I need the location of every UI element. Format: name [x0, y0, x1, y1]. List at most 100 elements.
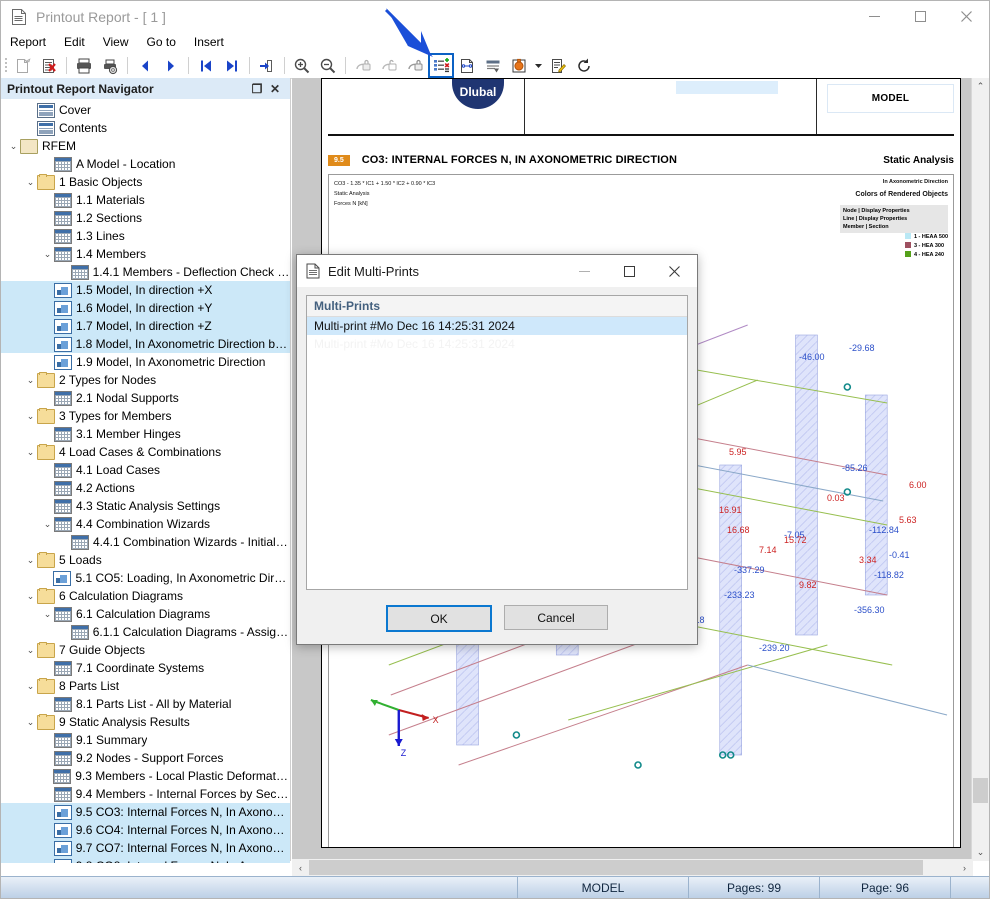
scroll-right-icon[interactable]: › — [956, 859, 973, 876]
horizontal-scrollbar[interactable]: ‹ › — [292, 859, 973, 876]
tree-item[interactable]: ⌄ 1 Basic Objects — [1, 173, 290, 191]
menu-view[interactable]: View — [94, 33, 138, 51]
expand-collapse-icon[interactable]: ⌄ — [24, 587, 37, 605]
multi-print-icon[interactable] — [507, 54, 531, 77]
close-icon[interactable]: ✕ — [266, 80, 284, 98]
tree-item[interactable]: ⌄ RFEM — [1, 137, 290, 155]
maximize-button[interactable] — [897, 1, 943, 32]
expand-collapse-icon[interactable]: ⌄ — [7, 137, 20, 155]
tree-item[interactable]: 9.5 CO3: Internal Forces N, In Axonom… — [1, 803, 290, 821]
scroll-left-icon[interactable]: ‹ — [292, 859, 309, 876]
tree-item[interactable]: 1.3 Lines — [1, 227, 290, 245]
tree-item[interactable]: 4.3 Static Analysis Settings — [1, 497, 290, 515]
multi-print-row[interactable]: Multi-print #Mo Dec 16 14:25:31 2024 — [307, 317, 687, 335]
tree-item[interactable]: 1.8 Model, In Axonometric Direction by … — [1, 335, 290, 353]
refresh-icon[interactable] — [572, 54, 596, 77]
tree-item[interactable]: 9.8 CO8: Internal Forces N, In Axonom… — [1, 857, 290, 863]
print-icon[interactable] — [72, 54, 96, 77]
scroll-down-icon[interactable]: ⌄ — [972, 844, 989, 861]
tree-item[interactable]: ⌄ 6.1 Calculation Diagrams — [1, 605, 290, 623]
print-preview-icon[interactable] — [11, 54, 35, 77]
first-page-icon[interactable] — [194, 54, 218, 77]
tree-item[interactable]: ⌄ 7 Guide Objects — [1, 641, 290, 659]
tree-item[interactable]: ⌄ 2 Types for Nodes — [1, 371, 290, 389]
expand-collapse-icon[interactable]: ⌄ — [24, 551, 37, 569]
tree-item[interactable]: ⌄ 8 Parts List — [1, 677, 290, 695]
tree-item[interactable]: ⌄ 4.4 Combination Wizards — [1, 515, 290, 533]
tree-item[interactable]: A Model - Location — [1, 155, 290, 173]
page-properties-icon[interactable] — [455, 54, 479, 77]
tree-item[interactable]: 9.6 CO4: Internal Forces N, In Axonom… — [1, 821, 290, 839]
dialog-maximize-button[interactable] — [607, 255, 652, 287]
vertical-scrollbar[interactable]: ⌃ ⌄ — [971, 78, 989, 861]
close-button[interactable] — [943, 1, 989, 32]
tree-item[interactable]: ⌄ 1.4 Members — [1, 245, 290, 263]
tree-item[interactable]: 1.4.1 Members - Deflection Check - … — [1, 263, 290, 281]
print-settings-icon[interactable] — [98, 54, 122, 77]
lock-icon[interactable] — [351, 54, 375, 77]
zoom-out-icon[interactable] — [316, 54, 340, 77]
tree-item[interactable]: 9.2 Nodes - Support Forces — [1, 749, 290, 767]
cancel-button[interactable]: Cancel — [504, 605, 608, 630]
next-page-icon[interactable] — [159, 54, 183, 77]
previous-page-icon[interactable] — [133, 54, 157, 77]
tree-item[interactable]: 9.1 Summary — [1, 731, 290, 749]
toolbar-grip[interactable] — [3, 57, 10, 74]
tree-item[interactable]: 1.7 Model, In direction +Z — [1, 317, 290, 335]
undock-icon[interactable]: ❐ — [248, 80, 266, 98]
tree-item[interactable]: 9.4 Members - Internal Forces by Section — [1, 785, 290, 803]
tree-item[interactable]: 6.1.1 Calculation Diagrams - Assign… — [1, 623, 290, 641]
zoom-in-icon[interactable] — [290, 54, 314, 77]
minimize-button[interactable] — [851, 1, 897, 32]
tree-item[interactable]: 3.1 Member Hinges — [1, 425, 290, 443]
menu-edit[interactable]: Edit — [55, 33, 94, 51]
report-tree[interactable]: Cover Contents ⌄ RFEM A Model - Location ⌄ 1 B… — [1, 99, 290, 863]
tree-item[interactable]: ⌄ 3 Types for Members — [1, 407, 290, 425]
unlock-icon[interactable] — [377, 54, 401, 77]
tree-item[interactable]: 5.1 CO5: Loading, In Axonometric Direc… — [1, 569, 290, 587]
tree-item[interactable]: 1.9 Model, In Axonometric Direction — [1, 353, 290, 371]
multi-prints-rows[interactable]: Multi-print #Mo Dec 16 14:25:31 2024 Mult… — [307, 317, 687, 353]
last-page-icon[interactable] — [220, 54, 244, 77]
menu-report[interactable]: Report — [1, 33, 55, 51]
tree-item[interactable]: ⌄ 9 Static Analysis Results — [1, 713, 290, 731]
expand-collapse-icon[interactable]: ⌄ — [41, 605, 54, 623]
tree-item[interactable]: 8.1 Parts List - All by Material — [1, 695, 290, 713]
expand-collapse-icon[interactable]: ⌄ — [24, 407, 37, 425]
delete-report-icon[interactable] — [37, 54, 61, 77]
dialog-minimize-button[interactable] — [562, 255, 607, 287]
tree-item[interactable]: 2.1 Nodal Supports — [1, 389, 290, 407]
dropdown-arrow-icon[interactable] — [533, 54, 544, 77]
edit-multi-prints-icon[interactable] — [428, 53, 454, 78]
multi-print-row[interactable]: Multi-print #Mo Dec 16 14:25:31 2024 — [307, 335, 687, 353]
ok-button[interactable]: OK — [386, 605, 492, 632]
menu-insert[interactable]: Insert — [185, 33, 233, 51]
expand-collapse-icon[interactable]: ⌄ — [24, 641, 37, 659]
tree-item[interactable]: 1.6 Model, In direction +Y — [1, 299, 290, 317]
horizontal-scroll-track[interactable] — [309, 859, 956, 876]
expand-collapse-icon[interactable]: ⌄ — [24, 371, 37, 389]
report-selection-icon[interactable] — [481, 54, 505, 77]
tree-item[interactable]: 4.4.1 Combination Wizards - Initial … — [1, 533, 290, 551]
tree-item[interactable]: 1.5 Model, In direction +X — [1, 281, 290, 299]
expand-collapse-icon[interactable]: ⌄ — [24, 173, 37, 191]
edit-report-icon[interactable] — [546, 54, 570, 77]
tree-item[interactable]: ⌄ 5 Loads — [1, 551, 290, 569]
multi-prints-listbox[interactable]: Multi-Prints Multi-print #Mo Dec 16 14:2… — [306, 295, 688, 590]
tree-item[interactable]: 1.2 Sections — [1, 209, 290, 227]
menu-goto[interactable]: Go to — [138, 33, 185, 51]
tree-item[interactable]: ⌄ 6 Calculation Diagrams — [1, 587, 290, 605]
lock-refresh-icon[interactable] — [403, 54, 427, 77]
horizontal-scroll-thumb[interactable] — [309, 860, 923, 875]
tree-item[interactable]: Contents — [1, 119, 290, 137]
tree-item[interactable]: 9.7 CO7: Internal Forces N, In Axonom… — [1, 839, 290, 857]
tree-item[interactable]: Cover — [1, 101, 290, 119]
expand-collapse-icon[interactable]: ⌄ — [24, 713, 37, 731]
dialog-close-button[interactable] — [652, 255, 697, 287]
tree-item[interactable]: 1.1 Materials — [1, 191, 290, 209]
expand-collapse-icon[interactable]: ⌄ — [24, 443, 37, 461]
tree-item[interactable]: 4.1 Load Cases — [1, 461, 290, 479]
go-to-page-icon[interactable] — [255, 54, 279, 77]
expand-collapse-icon[interactable]: ⌄ — [24, 677, 37, 695]
tree-item[interactable]: 9.3 Members - Local Plastic Deformation… — [1, 767, 290, 785]
